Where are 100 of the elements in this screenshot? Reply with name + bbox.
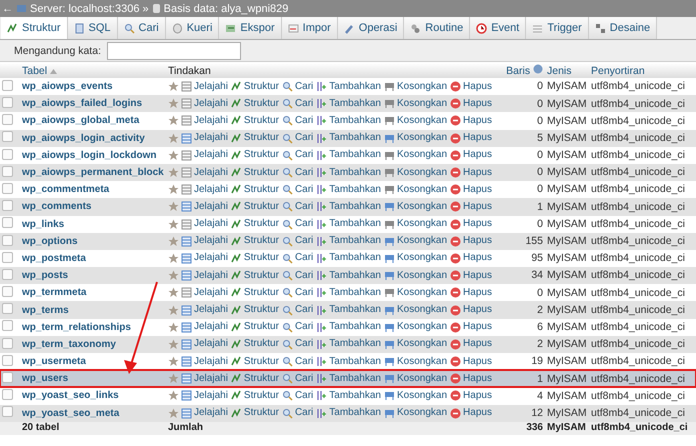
action-link[interactable]: Tambahkan <box>316 252 381 264</box>
tab[interactable]: Impor <box>282 17 338 39</box>
table-name-link[interactable]: wp_term_relationships <box>22 322 131 333</box>
action-link[interactable]: Kosongkan <box>384 408 448 419</box>
action-link[interactable]: Cari <box>282 338 314 350</box>
action-link[interactable]: Jelajahi <box>181 201 228 212</box>
action-link[interactable]: Hapus <box>450 322 492 333</box>
tab[interactable]: Trigger <box>526 17 589 39</box>
action-link[interactable]: Kosongkan <box>384 201 448 212</box>
table-row[interactable]: wp_aiowps_events Jelajahi Struktur Cari Tambahkan Kosongkan Hapus 0 MyISAM utf8mb4_unicode_ci <box>0 78 696 96</box>
action-link[interactable]: Jelajahi <box>181 252 228 264</box>
table-name-link[interactable]: wp_postmeta <box>22 252 86 264</box>
action-link[interactable]: Tambahkan <box>316 270 381 282</box>
action-link[interactable]: Jelajahi <box>181 115 228 126</box>
action-link[interactable]: Jelajahi <box>181 98 228 110</box>
server-link[interactable]: Server: localhost:3306 » <box>30 2 149 14</box>
action-link[interactable]: Hapus <box>450 338 492 350</box>
action-link[interactable]: Tambahkan <box>316 373 381 384</box>
action-link[interactable]: Hapus <box>450 81 492 92</box>
action-link[interactable]: Jelajahi <box>181 390 228 402</box>
action-link[interactable]: Tambahkan <box>316 81 381 92</box>
action-link[interactable]: Cari <box>282 390 314 402</box>
row-checkbox[interactable] <box>2 389 13 400</box>
row-checkbox[interactable] <box>2 166 13 177</box>
action-link[interactable]: Struktur <box>230 408 279 419</box>
table-name-link[interactable]: wp_terms <box>22 304 69 316</box>
action-link[interactable]: Struktur <box>230 304 279 316</box>
action-link[interactable]: Jelajahi <box>181 304 228 316</box>
row-checkbox[interactable] <box>2 148 13 160</box>
action-link[interactable]: Tambahkan <box>316 201 381 212</box>
table-name-link[interactable]: wp_usermeta <box>22 356 86 368</box>
action-link[interactable]: Hapus <box>450 390 492 402</box>
row-checkbox[interactable] <box>2 354 13 366</box>
table-row[interactable]: wp_options Jelajahi Struktur Cari Tambahkan Kosongkan Hapus 155 MyISAM utf8mb4_unicode_ci <box>0 232 696 250</box>
table-row[interactable]: wp_termmeta Jelajahi Struktur Cari Tambahkan Kosongkan Hapus 0 MyISAM utf8mb4_unicode_ci <box>0 284 696 302</box>
action-link[interactable]: Jelajahi <box>181 218 228 230</box>
action-link[interactable]: Hapus <box>450 201 492 212</box>
table-name-link[interactable]: wp_posts <box>22 270 68 282</box>
action-link[interactable]: Jelajahi <box>181 132 228 144</box>
action-link[interactable]: Tambahkan <box>316 98 381 110</box>
action-link[interactable]: Hapus <box>450 132 492 144</box>
action-link[interactable]: Cari <box>282 252 314 264</box>
action-link[interactable]: Struktur <box>230 167 279 178</box>
action-link[interactable]: Cari <box>282 287 314 298</box>
action-link[interactable]: Cari <box>282 218 314 230</box>
filter-input[interactable] <box>106 42 241 60</box>
table-row[interactable]: wp_usermeta Jelajahi Struktur Cari Tambahkan Kosongkan Hapus 19 MyISAM utf8mb4_unicode_ci <box>0 353 696 370</box>
action-link[interactable]: Struktur <box>230 270 279 282</box>
action-link[interactable]: Kosongkan <box>384 218 448 230</box>
action-link[interactable]: Kosongkan <box>384 338 448 350</box>
row-checkbox[interactable] <box>2 131 13 142</box>
action-link[interactable]: Struktur <box>230 322 279 333</box>
action-link[interactable]: Struktur <box>230 115 279 126</box>
action-link[interactable]: Tambahkan <box>316 236 381 247</box>
action-link[interactable]: Hapus <box>450 115 492 126</box>
action-link[interactable]: Kosongkan <box>384 287 448 298</box>
action-link[interactable]: Struktur <box>230 252 279 264</box>
action-link[interactable]: Cari <box>282 132 314 144</box>
action-link[interactable]: Struktur <box>230 98 279 110</box>
action-link[interactable]: Hapus <box>450 270 492 282</box>
tab[interactable]: Ekspor <box>219 17 282 39</box>
table-row[interactable]: wp_yoast_seo_meta Jelajahi Struktur Cari Tambahkan Kosongkan Hapus 12 MyISAM utf8mb4_unicode_ci <box>0 404 696 422</box>
action-link[interactable]: Hapus <box>450 287 492 298</box>
action-link[interactable]: Cari <box>282 270 314 282</box>
action-link[interactable]: Jelajahi <box>181 270 228 282</box>
action-link[interactable]: Cari <box>282 184 314 196</box>
action-link[interactable]: Struktur <box>230 338 279 350</box>
row-checkbox[interactable] <box>2 97 13 108</box>
row-checkbox[interactable] <box>2 303 13 314</box>
tab[interactable]: SQL <box>68 17 118 39</box>
action-link[interactable]: Hapus <box>450 236 492 247</box>
action-link[interactable]: Jelajahi <box>181 356 228 368</box>
action-link[interactable]: Tambahkan <box>316 287 381 298</box>
action-link[interactable]: Tambahkan <box>316 150 381 161</box>
action-link[interactable]: Kosongkan <box>384 356 448 368</box>
table-name-link[interactable]: wp_aiowps_global_meta <box>22 115 140 126</box>
action-link[interactable]: Tambahkan <box>316 115 381 126</box>
action-link[interactable]: Hapus <box>450 373 492 384</box>
action-link[interactable]: Jelajahi <box>181 81 228 92</box>
action-link[interactable]: Struktur <box>230 201 279 212</box>
action-link[interactable]: Tambahkan <box>316 218 381 230</box>
table-name-link[interactable]: wp_aiowps_failed_logins <box>22 98 142 110</box>
action-link[interactable]: Cari <box>282 322 314 333</box>
row-checkbox[interactable] <box>2 234 13 246</box>
table-name-link[interactable]: wp_options <box>22 236 78 247</box>
action-link[interactable]: Hapus <box>450 218 492 230</box>
table-row[interactable]: wp_term_taxonomy Jelajahi Struktur Cari Tambahkan Kosongkan Hapus 2 MyISAM utf8mb4_unicode_ci <box>0 336 696 353</box>
tab[interactable]: Event <box>470 17 526 39</box>
table-name-link[interactable]: wp_aiowps_events <box>22 81 113 92</box>
action-link[interactable]: Struktur <box>230 218 279 230</box>
action-link[interactable]: Tambahkan <box>316 390 381 402</box>
action-link[interactable]: Kosongkan <box>384 115 448 126</box>
action-link[interactable]: Hapus <box>450 356 492 368</box>
action-link[interactable]: Tambahkan <box>316 304 381 316</box>
column-header[interactable]: Tabel <box>20 63 166 78</box>
action-link[interactable]: Kosongkan <box>384 150 448 161</box>
action-link[interactable]: Struktur <box>230 132 279 144</box>
action-link[interactable]: Jelajahi <box>181 338 228 350</box>
table-row[interactable]: wp_users Jelajahi Struktur Cari Tambahkan Kosongkan Hapus 1 MyISAM utf8mb4_unicode_ci <box>0 370 696 388</box>
action-link[interactable]: Kosongkan <box>384 167 448 178</box>
